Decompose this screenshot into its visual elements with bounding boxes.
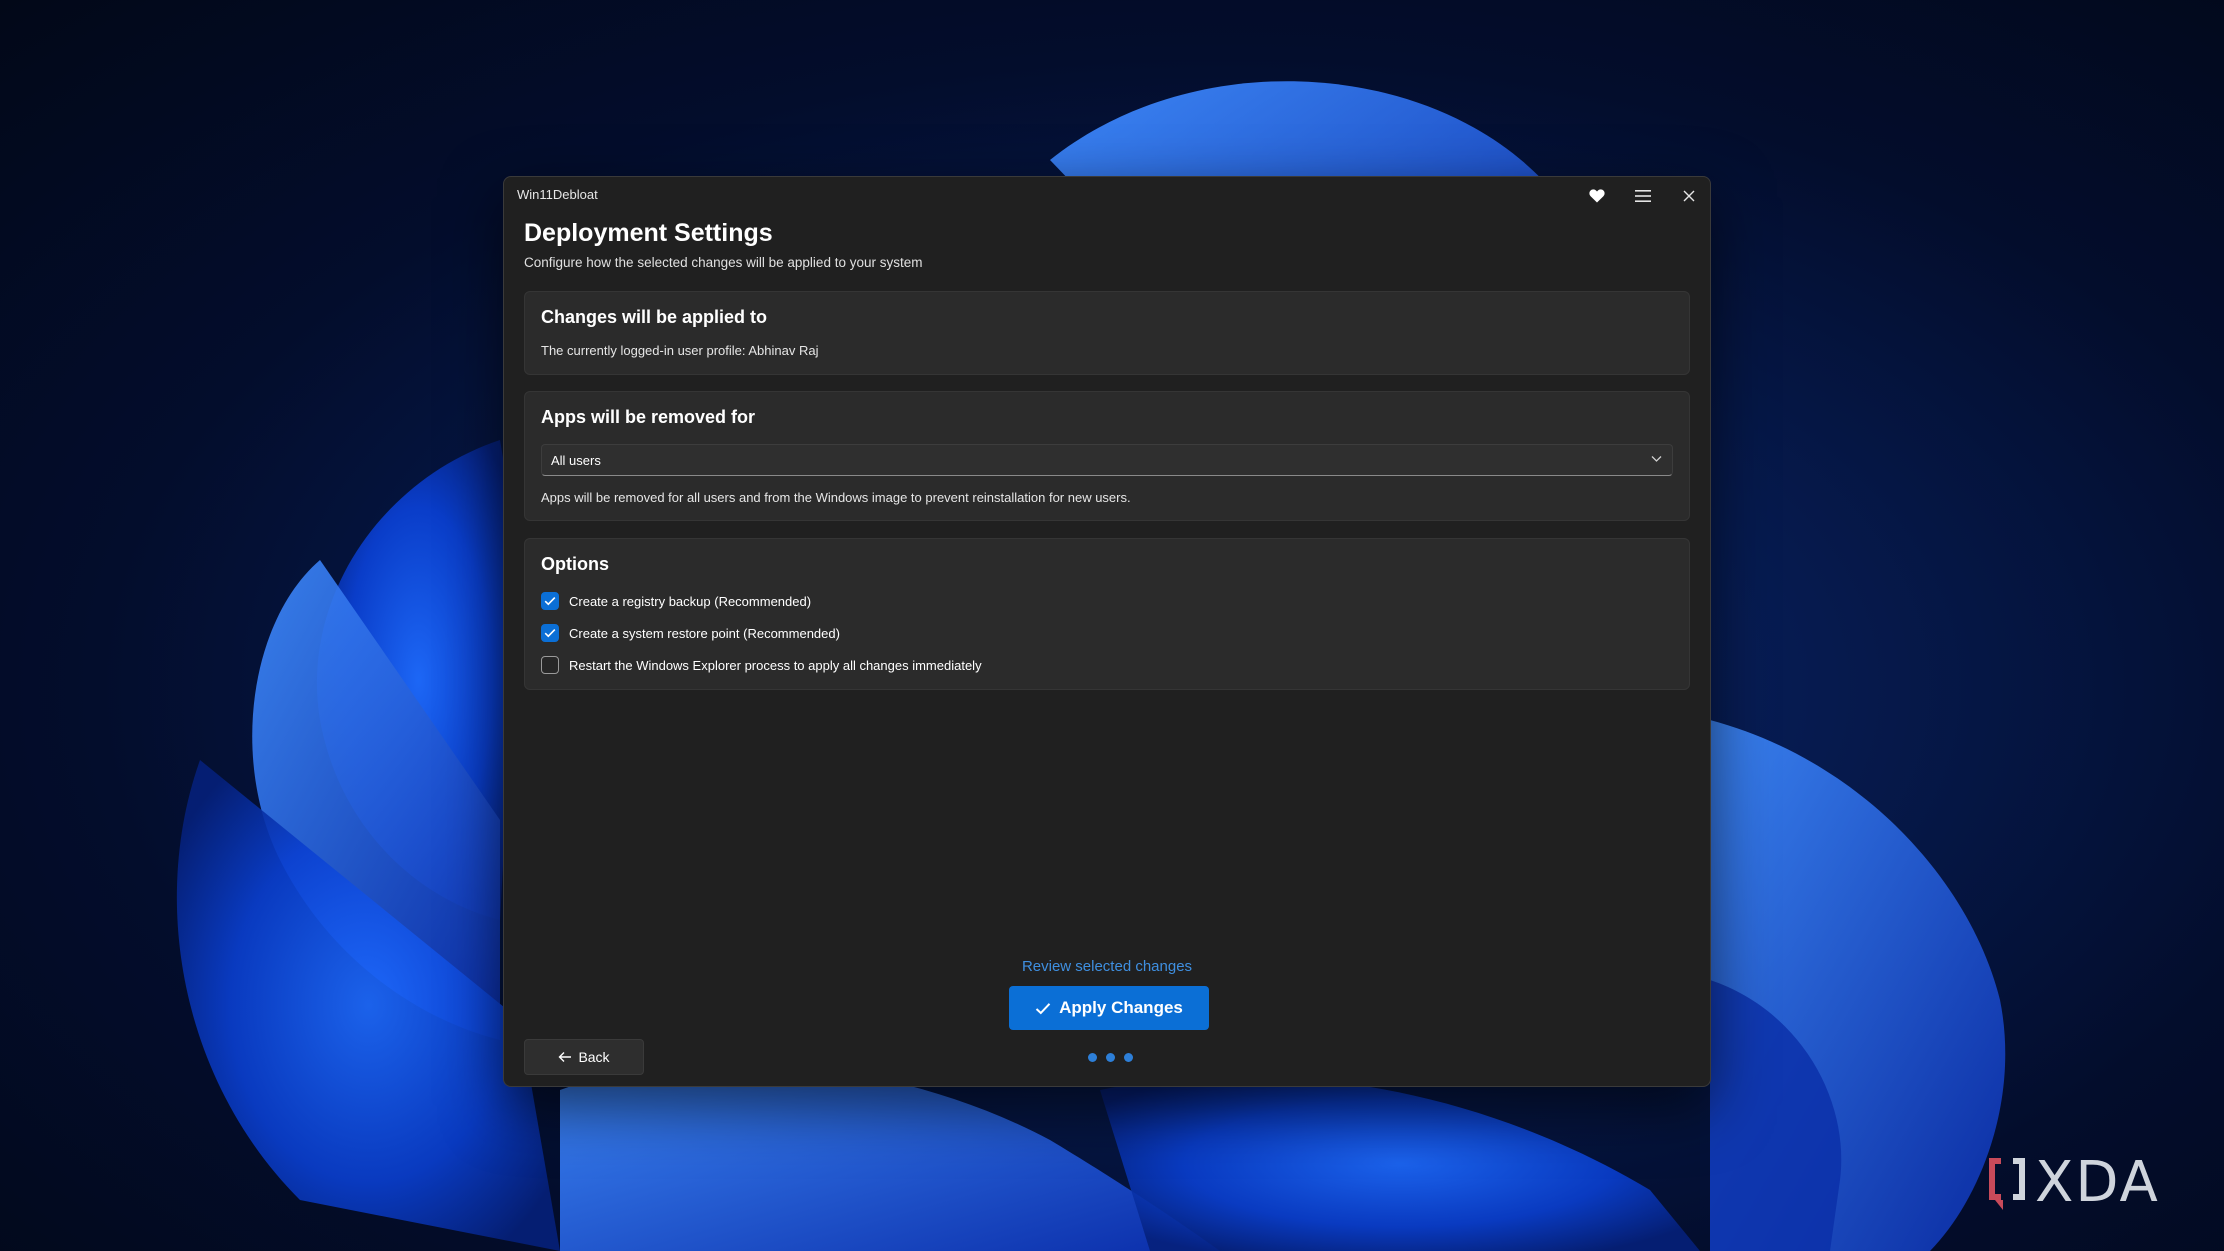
close-button[interactable] [1672,181,1706,211]
checkmark-icon [544,629,556,638]
restart-explorer-label[interactable]: Restart the Windows Explorer process to … [569,658,982,673]
chevron-down-icon [1651,456,1662,462]
xda-brand-text: XDA [2035,1150,2160,1215]
checkmark-icon [544,597,556,606]
restore-point-label[interactable]: Create a system restore point (Recommend… [569,626,840,641]
registry-backup-label[interactable]: Create a registry backup (Recommended) [569,594,811,609]
menu-button[interactable] [1626,181,1660,211]
apply-changes-label: Apply Changes [1059,998,1183,1017]
page-dot [1124,1053,1133,1062]
support-button[interactable] [1580,181,1614,211]
arrow-left-icon [558,1052,572,1062]
app-title: Win11Debloat [517,187,598,202]
xda-watermark: XDA [1985,1150,2160,1215]
back-label: Back [578,1049,610,1065]
restart-explorer-checkbox[interactable] [541,656,559,674]
heart-icon [1589,189,1605,203]
apps-removed-title: Apps will be removed for [541,407,756,427]
xda-bracket-icon [1989,1157,2025,1210]
title-bar: Win11Debloat [504,177,1710,213]
options-title: Options [541,554,609,574]
applied-to-card: Changes will be applied to The currently… [524,291,1690,375]
remove-for-selected-value: All users [551,453,601,468]
registry-backup-checkbox[interactable] [541,592,559,610]
apply-changes-button[interactable]: Apply Changes [1009,986,1209,1030]
applied-to-text: The currently logged-in user profile: Ab… [541,343,819,358]
option-restart-explorer: Restart the Windows Explorer process to … [541,653,982,677]
applied-to-title: Changes will be applied to [541,307,768,327]
option-restore-point: Create a system restore point (Recommend… [541,621,840,645]
back-button[interactable]: Back [524,1039,644,1075]
apps-removed-card: Apps will be removed for All users Apps … [524,391,1690,521]
options-card: Options Create a registry backup (Recomm… [524,538,1690,690]
page-dot [1088,1053,1097,1062]
review-selected-changes-link[interactable]: Review selected changes [504,958,1710,975]
restore-point-checkbox[interactable] [541,624,559,642]
apps-removed-description: Apps will be removed for all users and f… [541,490,1131,505]
page-title: Deployment Settings [524,219,773,247]
close-icon [1683,190,1695,202]
option-registry-backup: Create a registry backup (Recommended) [541,589,811,613]
checkmark-icon [1035,1002,1051,1014]
app-window: Win11Debloat Deployment Settings Configu… [503,176,1711,1087]
page-subtitle: Configure how the selected changes will … [524,255,923,270]
hamburger-menu-icon [1635,190,1651,202]
remove-for-dropdown[interactable]: All users [541,444,1673,476]
page-indicator [1088,1053,1133,1062]
page-dot [1106,1053,1115,1062]
